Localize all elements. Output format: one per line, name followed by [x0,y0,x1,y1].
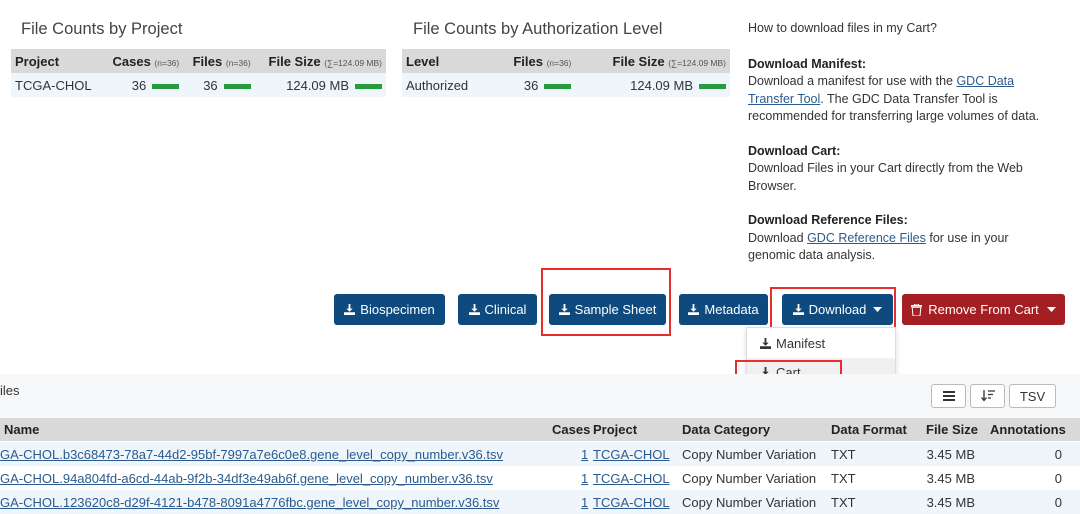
data-category: Copy Number Variation [682,447,817,462]
header-data-category[interactable]: Data Category [682,422,770,437]
cases-link[interactable]: 1 [581,447,588,462]
table-row: GA-CHOL.123620c8-d29f-4121-b478-8091a477… [0,490,1080,514]
auth-file-size: 124.09 MB [575,73,730,97]
data-category: Copy Number Variation [682,471,817,486]
sample-sheet-highlight [541,268,671,336]
files-section-bar [0,374,1080,418]
file-size: 3.45 MB [926,447,975,462]
header-annotations[interactable]: Annotations [990,422,1066,437]
menu-icon [942,391,955,401]
help-question: How to download files in my Cart? [748,21,937,35]
data-category: Copy Number Variation [682,495,817,510]
file-name-link[interactable]: GA-CHOL.b3c68473-78a7-44d2-95bf-7997a7e6… [0,447,503,462]
size-bar [355,83,382,89]
files-section-label: iles [0,383,20,398]
ref-help-title: Download Reference Files: [748,213,908,227]
download-icon [688,304,700,315]
project-summary-table: Project Cases (n=36) Files (n=36) File S… [11,49,386,97]
col-files: Files (n=36) [183,49,255,73]
header-name[interactable]: Name [4,422,39,437]
file-name-link[interactable]: GA-CHOL.94a804fd-a6cd-44ab-9f2b-34df3e49… [0,471,493,486]
auth-files-bar [544,83,572,89]
trash-icon [911,303,923,316]
files-table-header: Name Cases Project Data Category Data Fo… [0,418,1080,441]
ref-help-text: Download GDC Reference Files for use in … [748,230,1009,263]
cases-bar [152,83,180,89]
col-project: Project [11,49,103,73]
project-files: 36 [183,73,255,97]
cart-help-title: Download Cart: [748,143,841,158]
sort-icon [980,389,995,402]
col-level: Level [402,49,492,73]
project-cases: 36 [102,73,184,97]
cases-link[interactable]: 1 [581,471,588,486]
project-link[interactable]: TCGA-CHOL [593,495,670,510]
project-link[interactable]: TCGA-CHOL [593,471,670,486]
col-auth-files: Files (n=36) [491,49,576,73]
download-icon [468,304,480,315]
remove-from-cart-button[interactable]: Remove From Cart [902,294,1065,325]
tsv-export-button[interactable]: TSV [1009,384,1056,408]
table-row: GA-CHOL.b3c68473-78a7-44d2-95bf-7997a7e6… [0,442,1080,466]
header-project[interactable]: Project [593,422,637,437]
annotations-count: 0 [1054,447,1062,462]
project-name: TCGA-CHOL [11,73,103,97]
files-bar [223,83,251,89]
clinical-button[interactable]: Clinical [458,294,537,325]
cart-help-text: Download Files in your Cart directly fro… [748,161,1023,193]
col-cases: Cases (n=36) [102,49,184,73]
data-format: TXT [831,495,856,510]
manifest-help-text: Download a manifest for use with the GDC… [748,74,1040,123]
auth-files: 36 [491,73,576,97]
gdc-reference-files-link[interactable]: GDC Reference Files [807,231,926,245]
download-icon [760,337,771,349]
download-icon [344,304,356,315]
auth-size-bar [699,83,726,89]
project-file-size: 124.09 MB [254,73,386,97]
project-summary-row: TCGA-CHOL 36 36 124.09 MB [11,73,386,97]
data-format: TXT [831,471,856,486]
data-format: TXT [831,447,856,462]
col-auth-file-size: File Size (∑=124.09 MB) [575,49,730,73]
biospecimen-button[interactable]: Biospecimen [334,294,445,325]
col-file-size: File Size (∑=124.09 MB) [254,49,386,73]
annotations-count: 0 [1054,495,1062,510]
download-highlight [770,287,896,330]
auth-summary-table: Level Files (n=36) File Size (∑=124.09 M… [402,49,730,97]
column-toggle-button[interactable] [931,384,966,408]
project-panel-title: File Counts by Project [21,20,183,38]
download-help: How to download files in my Cart? Downlo… [748,20,1048,265]
header-data-format[interactable]: Data Format [831,422,907,437]
auth-summary-row: Authorized 36 124.09 MB [402,73,730,97]
metadata-button[interactable]: Metadata [679,294,768,325]
table-row: GA-CHOL.94a804fd-a6cd-44ab-9f2b-34df3e49… [0,466,1080,490]
auth-level: Authorized [402,73,492,97]
download-manifest-item[interactable]: Manifest [747,329,895,357]
sort-button[interactable] [970,384,1005,408]
caret-down-icon [1046,306,1056,312]
file-name-link[interactable]: GA-CHOL.123620c8-d29f-4121-b478-8091a477… [0,495,499,510]
annotations-count: 0 [1054,471,1062,486]
manifest-help-title: Download Manifest: [748,56,867,71]
file-size: 3.45 MB [926,495,975,510]
auth-panel-title: File Counts by Authorization Level [413,20,663,38]
file-size: 3.45 MB [926,471,975,486]
project-link[interactable]: TCGA-CHOL [593,447,670,462]
header-cases[interactable]: Cases [552,422,590,437]
header-file-size[interactable]: File Size [926,422,978,437]
cases-link[interactable]: 1 [581,495,588,510]
